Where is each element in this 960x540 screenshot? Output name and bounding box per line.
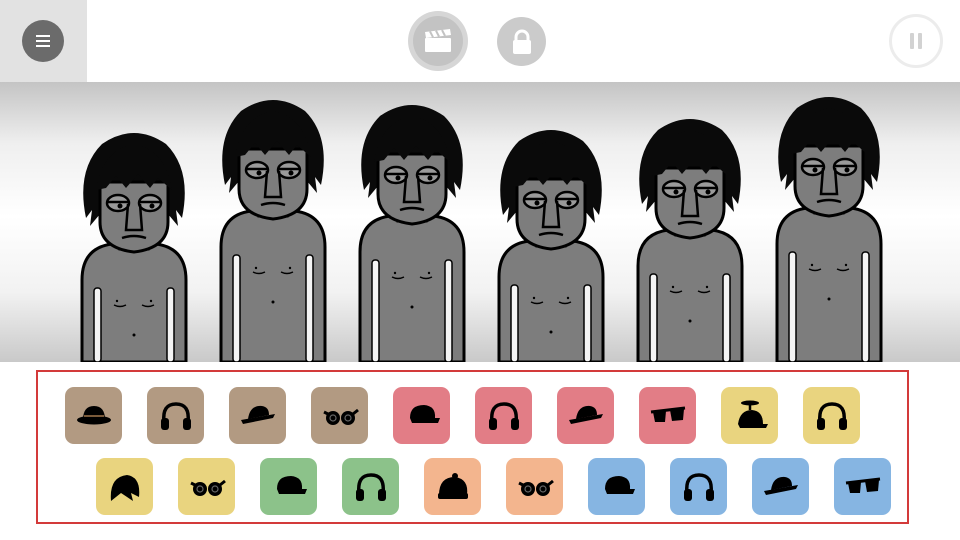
palette-button-brown-goggles[interactable] [311, 387, 368, 444]
goggles-icon [322, 408, 359, 425]
headphones-icon [816, 401, 847, 430]
palette-button-orange-goggles[interactable] [506, 458, 563, 515]
cap-icon [604, 475, 635, 494]
palette-button-red-cap[interactable] [393, 387, 450, 444]
palette-button-red-trilby[interactable] [557, 387, 614, 444]
goggles-icon [189, 479, 226, 496]
performer-4[interactable] [489, 82, 613, 362]
top-bar [0, 0, 960, 82]
trilby-hat-icon [763, 476, 798, 495]
headphones-icon [160, 401, 191, 430]
record-button[interactable] [408, 11, 468, 71]
palette-button-yellow-goggles[interactable] [178, 458, 235, 515]
palette-button-blue-cap[interactable] [588, 458, 645, 515]
palette-button-blue-headphones[interactable] [670, 458, 727, 515]
pause-button[interactable] [889, 14, 943, 68]
palette-button-yellow-headphones[interactable] [803, 387, 860, 444]
cap-icon [409, 404, 440, 423]
palette-button-yellow-propeller[interactable] [721, 387, 778, 444]
beanie-icon [437, 472, 468, 499]
palette-button-blue-sunglasses[interactable] [834, 458, 891, 515]
padlock-icon [512, 29, 531, 54]
headphones-icon [355, 472, 386, 501]
stage [0, 82, 960, 362]
hamburger-menu-icon [36, 35, 50, 47]
palette-button-red-headphones[interactable] [475, 387, 532, 444]
palette-button-blue-trilby[interactable] [752, 458, 809, 515]
trilby-hat-icon [240, 405, 275, 424]
record-button-inner [413, 16, 463, 66]
cap-icon [276, 475, 307, 494]
headphones-icon [683, 472, 714, 501]
palette-button-brown-trilby[interactable] [229, 387, 286, 444]
clapperboard-icon [425, 29, 451, 52]
performer-6[interactable] [767, 82, 891, 362]
performer-5[interactable] [628, 82, 752, 362]
sound-palette [36, 370, 909, 524]
propeller-cap-icon [737, 400, 768, 428]
palette-button-red-sunglasses[interactable] [639, 387, 696, 444]
palette-button-orange-beanie[interactable] [424, 458, 481, 515]
menu-tile [0, 0, 87, 82]
palette-button-yellow-hood[interactable] [96, 458, 153, 515]
performer-3[interactable] [350, 82, 474, 362]
sunglasses-icon [845, 477, 880, 493]
performer-2[interactable] [211, 82, 335, 362]
lock-button[interactable] [497, 17, 546, 66]
trilby-hat-icon [568, 405, 603, 424]
palette-button-brown-headphones[interactable] [147, 387, 204, 444]
headphones-icon [488, 401, 519, 430]
hood-icon [110, 474, 139, 501]
pause-icon [910, 33, 922, 49]
menu-button[interactable] [22, 20, 64, 62]
fedora-hat-icon [76, 405, 111, 424]
palette-button-brown-hat[interactable] [65, 387, 122, 444]
palette-button-green-cap[interactable] [260, 458, 317, 515]
sunglasses-icon [650, 406, 685, 422]
palette-button-green-headphones[interactable] [342, 458, 399, 515]
performer-1[interactable] [72, 82, 196, 362]
goggles-icon [517, 479, 554, 496]
